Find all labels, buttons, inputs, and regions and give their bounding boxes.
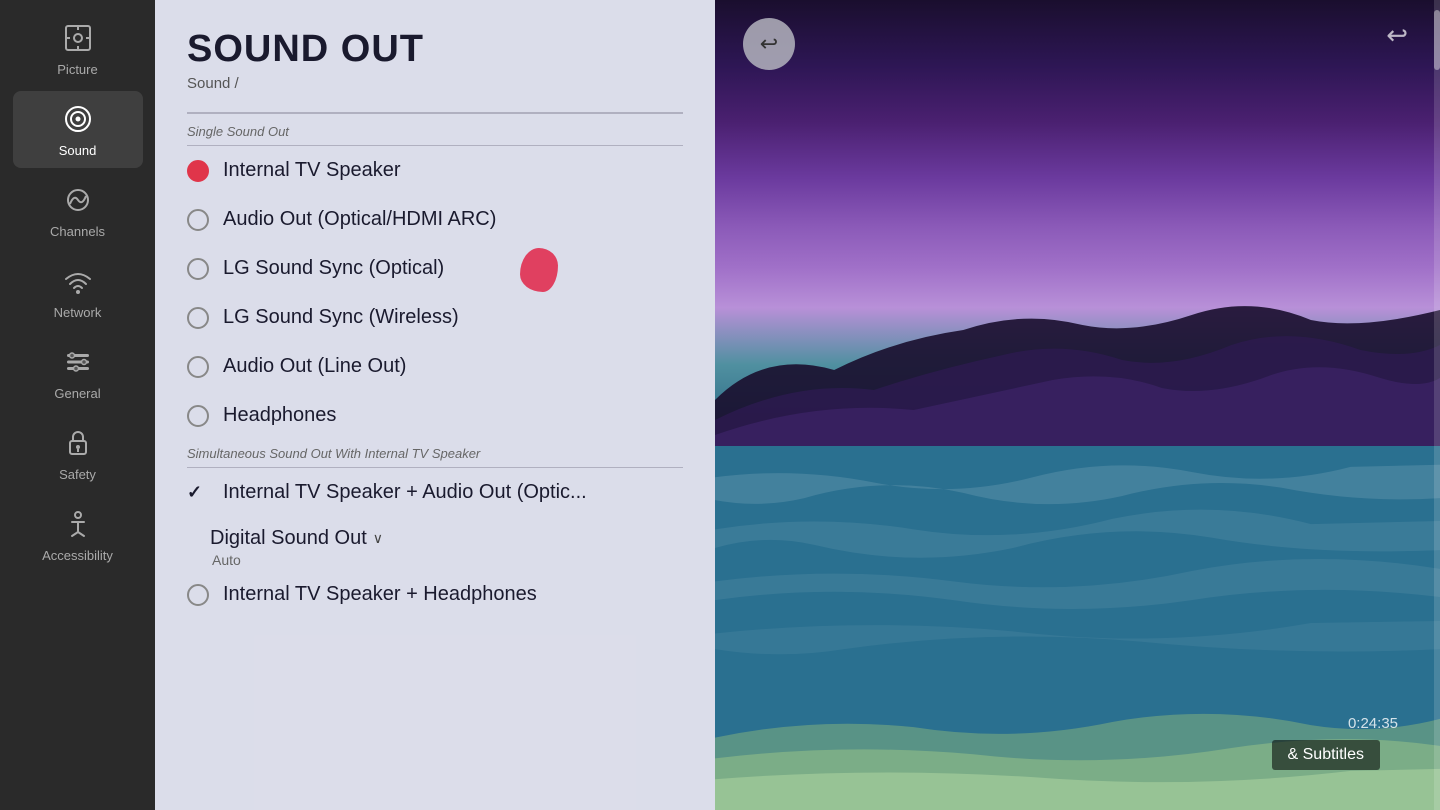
beach-background xyxy=(715,0,1440,810)
menu-breadcrumb: Sound / xyxy=(187,75,683,92)
radio-internal-tv xyxy=(187,160,209,182)
section-label-single: Single Sound Out xyxy=(155,118,715,145)
sidebar-item-accessibility[interactable]: Accessibility xyxy=(13,496,143,573)
option-lg-optical[interactable]: LG Sound Sync (Optical) xyxy=(155,244,715,293)
digital-sound-label: Digital Sound Out ∨ xyxy=(210,527,683,550)
radio-lg-wireless xyxy=(187,307,209,329)
sidebar-label-network: Network xyxy=(54,305,102,320)
radio-audio-line xyxy=(187,356,209,378)
option-text-audio-optical: Audio Out (Optical/HDMI ARC) xyxy=(223,208,496,231)
sidebar-label-safety: Safety xyxy=(59,467,96,482)
option-internal-audio-optical[interactable]: ✓ Internal TV Speaker + Audio Out (Optic… xyxy=(155,468,715,517)
option-lg-wireless[interactable]: LG Sound Sync (Wireless) xyxy=(155,293,715,342)
sidebar-item-channels[interactable]: Channels xyxy=(13,172,143,249)
option-text-internal-tv: Internal TV Speaker xyxy=(223,159,401,182)
video-area: ↩ ↩ xyxy=(715,0,1440,810)
channels-icon xyxy=(60,182,96,218)
sidebar-label-general: General xyxy=(54,386,100,401)
sidebar-label-channels: Channels xyxy=(50,224,105,239)
top-right-back-icon: ↩ xyxy=(1386,20,1408,50)
radio-internal-headphones xyxy=(187,584,209,606)
sidebar-item-network[interactable]: Network xyxy=(13,253,143,330)
sidebar-item-safety[interactable]: Safety xyxy=(13,415,143,492)
accessibility-icon xyxy=(60,506,96,542)
option-internal-headphones[interactable]: Internal TV Speaker + Headphones xyxy=(155,570,715,619)
option-text-audio-line: Audio Out (Line Out) xyxy=(223,355,406,378)
scrollbar-thumb xyxy=(1434,10,1440,70)
sidebar-item-sound[interactable]: Sound xyxy=(13,91,143,168)
radio-headphones xyxy=(187,405,209,427)
option-audio-optical[interactable]: Audio Out (Optical/HDMI ARC) xyxy=(155,195,715,244)
subtitles-bar[interactable]: & Subtitles xyxy=(1272,740,1380,770)
sidebar-item-general[interactable]: General xyxy=(13,334,143,411)
option-headphones[interactable]: Headphones xyxy=(155,391,715,440)
option-text-lg-optical: LG Sound Sync (Optical) xyxy=(223,257,444,280)
radio-audio-optical xyxy=(187,209,209,231)
sound-icon xyxy=(60,101,96,137)
sidebar-label-picture: Picture xyxy=(57,62,97,77)
picture-icon xyxy=(60,20,96,56)
chevron-down-icon: ∨ xyxy=(373,530,383,547)
back-button[interactable]: ↩ xyxy=(743,18,795,70)
safety-icon xyxy=(60,425,96,461)
radio-lg-optical xyxy=(187,258,209,280)
mountain-silhouette xyxy=(715,270,1440,470)
top-right-back-button[interactable]: ↩ xyxy=(1386,20,1408,51)
sidebar-item-picture[interactable]: Picture xyxy=(13,10,143,87)
digital-sound-sub: Auto xyxy=(210,552,683,568)
menu-panel: SOUND OUT Sound / Single Sound Out Inter… xyxy=(155,0,715,810)
section-label-simultaneous: Simultaneous Sound Out With Internal TV … xyxy=(155,440,715,467)
option-text-lg-wireless: LG Sound Sync (Wireless) xyxy=(223,306,459,329)
option-digital-sound-out[interactable]: Digital Sound Out ∨ Auto xyxy=(155,517,715,570)
menu-top-divider xyxy=(187,112,683,114)
option-audio-line[interactable]: Audio Out (Line Out) xyxy=(155,342,715,391)
video-scrollbar[interactable] xyxy=(1434,0,1440,810)
general-icon xyxy=(60,344,96,380)
network-icon xyxy=(60,263,96,299)
option-internal-tv[interactable]: Internal TV Speaker xyxy=(155,146,715,195)
option-text-headphones: Headphones xyxy=(223,404,336,427)
option-text-internal-audio-optical: Internal TV Speaker + Audio Out (Optic..… xyxy=(223,481,587,504)
sidebar: Picture Sound Channels xyxy=(0,0,155,810)
menu-title: SOUND OUT xyxy=(187,28,683,71)
checkmark-icon: ✓ xyxy=(187,482,209,503)
menu-header: SOUND OUT Sound / xyxy=(155,0,715,102)
sidebar-label-accessibility: Accessibility xyxy=(42,548,113,563)
sidebar-label-sound: Sound xyxy=(59,143,97,158)
option-text-internal-headphones: Internal TV Speaker + Headphones xyxy=(223,583,537,606)
video-timestamp: 0:24:35 xyxy=(1348,715,1398,732)
back-arrow-icon: ↩ xyxy=(760,31,778,57)
